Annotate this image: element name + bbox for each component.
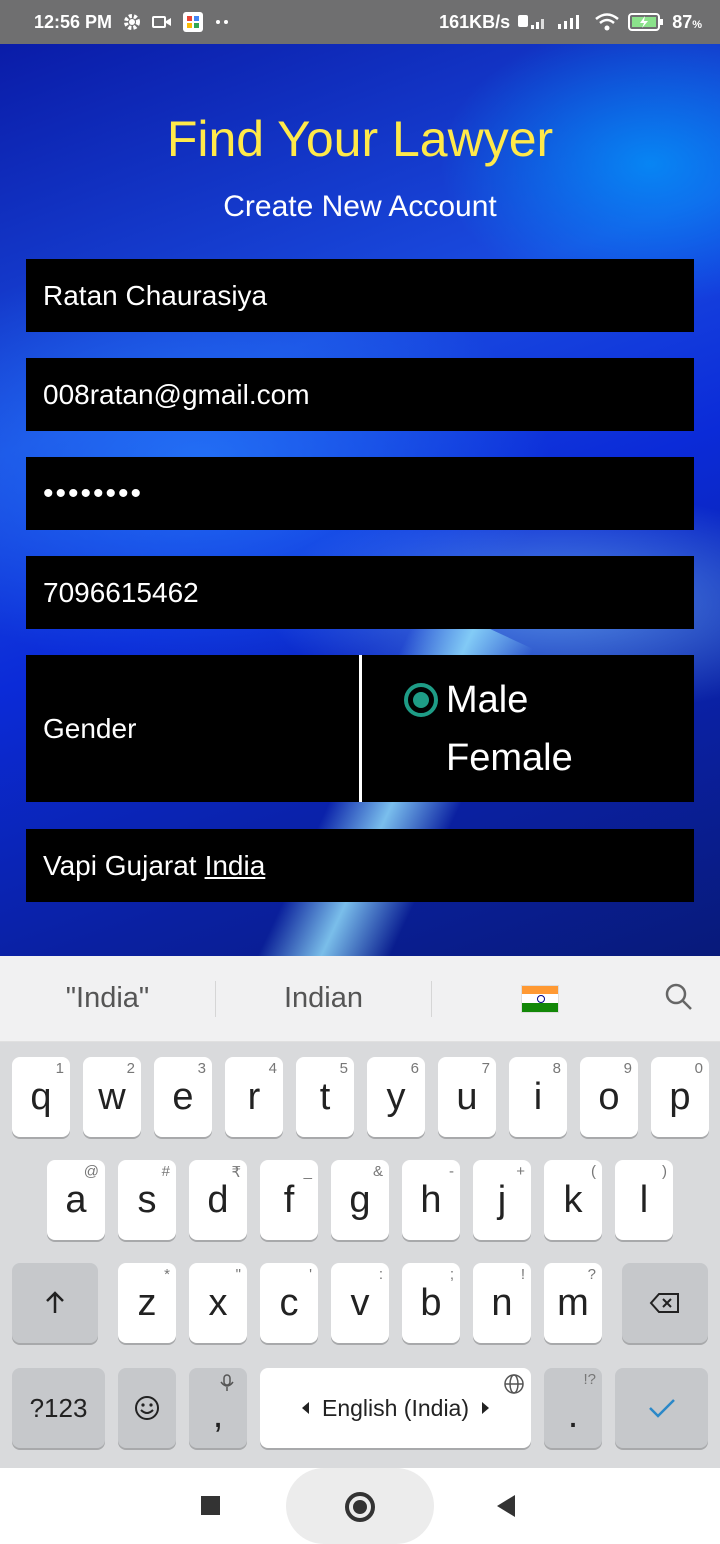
key-o[interactable]: o9 bbox=[580, 1057, 638, 1137]
suggestion-1[interactable]: "India" bbox=[0, 982, 215, 1015]
keyboard-search-icon[interactable] bbox=[664, 982, 694, 1017]
video-camera-icon bbox=[152, 14, 172, 30]
backspace-icon bbox=[649, 1293, 679, 1313]
key-q[interactable]: q1 bbox=[12, 1057, 70, 1137]
shift-key[interactable] bbox=[12, 1263, 98, 1343]
key-p[interactable]: p0 bbox=[651, 1057, 709, 1137]
space-bar-language-label: English (India) bbox=[321, 1394, 470, 1421]
key-x[interactable]: x " bbox=[189, 1263, 247, 1343]
registration-screen: Find Your Lawyer Create New Account Rata… bbox=[0, 44, 720, 956]
comma-key[interactable]: , bbox=[189, 1368, 247, 1448]
app-title: Find Your Lawyer bbox=[166, 111, 554, 167]
name-field[interactable]: Ratan Chaurasiya bbox=[26, 259, 694, 332]
email-field[interactable]: 008ratan@gmail.com bbox=[26, 358, 694, 431]
key-b[interactable]: b; bbox=[402, 1263, 460, 1343]
key-w[interactable]: w2 bbox=[83, 1057, 141, 1137]
checkmark-icon bbox=[648, 1399, 675, 1418]
globe-icon bbox=[504, 1374, 524, 1394]
keyboard-suggestion-strip: "India" Indian bbox=[0, 956, 720, 1042]
shift-arrow-icon bbox=[46, 1291, 64, 1313]
indian-flag-emoji-icon bbox=[520, 984, 559, 1013]
key-h[interactable]: h- bbox=[402, 1160, 460, 1240]
key-r[interactable]: r4 bbox=[225, 1057, 283, 1137]
key-s[interactable]: s # bbox=[118, 1160, 176, 1240]
key-y[interactable]: y6 bbox=[367, 1057, 425, 1137]
period-key[interactable]: .!? bbox=[544, 1368, 602, 1448]
symbols-key[interactable]: ?123 bbox=[12, 1368, 105, 1448]
key-n[interactable]: n! bbox=[473, 1263, 531, 1343]
settings-gear-icon bbox=[122, 12, 142, 32]
radio-selected-dot bbox=[413, 692, 429, 708]
key-k[interactable]: k( bbox=[544, 1160, 602, 1240]
key-i[interactable]: i8 bbox=[509, 1057, 567, 1137]
4g-signal-icon bbox=[556, 13, 586, 31]
key-f[interactable]: f _ bbox=[260, 1160, 318, 1240]
key-m[interactable]: m? bbox=[544, 1263, 602, 1343]
home-button-icon[interactable] bbox=[345, 1492, 375, 1522]
screen-subtitle: Create New Account bbox=[223, 190, 497, 223]
google-app-icon bbox=[182, 11, 204, 33]
gender-label: Gender bbox=[43, 712, 137, 744]
gender-option-male[interactable]: Male bbox=[446, 679, 528, 722]
password-field[interactable]: •••••••• bbox=[26, 457, 694, 530]
key-e[interactable]: e3 bbox=[154, 1057, 212, 1137]
address-text: Vapi Gujarat bbox=[43, 849, 197, 881]
battery-level-value: 87 bbox=[672, 11, 693, 32]
back-button-icon[interactable] bbox=[497, 1495, 515, 1517]
wifi-icon bbox=[594, 12, 620, 32]
status-time: 12:56 PM bbox=[34, 11, 113, 32]
gender-options: Male Female bbox=[362, 655, 694, 802]
key-u[interactable]: u7 bbox=[438, 1057, 496, 1137]
key-d[interactable]: d ₹ bbox=[189, 1160, 247, 1240]
battery-level: 87% bbox=[672, 11, 702, 32]
key-l[interactable]: l) bbox=[615, 1160, 673, 1240]
enter-done-key[interactable] bbox=[615, 1368, 708, 1448]
language-left-arrow-icon bbox=[301, 1402, 309, 1414]
suggestion-3[interactable] bbox=[432, 984, 647, 1013]
gender-option-female[interactable]: Female bbox=[446, 737, 573, 780]
male-radio-button[interactable] bbox=[404, 683, 438, 717]
navigation-bar bbox=[0, 1468, 720, 1544]
network-speed: 161KB/s bbox=[439, 11, 511, 32]
more-notifications-icon bbox=[214, 18, 232, 26]
gender-selector: Gender Male Female bbox=[26, 655, 694, 802]
microphone-icon bbox=[220, 1374, 234, 1391]
phone-field[interactable]: 7096615462 bbox=[26, 556, 694, 629]
key-z[interactable]: z * bbox=[118, 1263, 176, 1343]
key-c[interactable]: c ' bbox=[260, 1263, 318, 1343]
key-t[interactable]: t5 bbox=[296, 1057, 354, 1137]
space-bar[interactable]: English (India) bbox=[260, 1368, 531, 1448]
battery-charging-icon bbox=[628, 12, 664, 32]
status-bar: 12:56 PM 161KB/s 87% bbox=[0, 0, 720, 44]
address-field[interactable]: Vapi Gujarat India bbox=[26, 829, 694, 902]
address-composing-word: India bbox=[204, 849, 266, 881]
smiley-icon bbox=[135, 1396, 159, 1420]
volte-signal-icon bbox=[518, 13, 548, 31]
language-right-arrow-icon bbox=[482, 1402, 490, 1414]
soft-keyboard: q1 w2 e3 r4 t5 y6 u7 i8 o9 p0 a @ s # d ₹ f… bbox=[0, 1042, 720, 1468]
key-a[interactable]: a @ bbox=[47, 1160, 105, 1240]
key-g[interactable]: g & bbox=[331, 1160, 389, 1240]
suggestion-2[interactable]: Indian bbox=[216, 982, 431, 1015]
emoji-key[interactable] bbox=[118, 1368, 176, 1448]
key-j[interactable]: j + bbox=[473, 1160, 531, 1240]
backspace-key[interactable] bbox=[622, 1263, 708, 1343]
recent-apps-icon[interactable] bbox=[201, 1496, 220, 1515]
key-v[interactable]: v: bbox=[331, 1263, 389, 1343]
